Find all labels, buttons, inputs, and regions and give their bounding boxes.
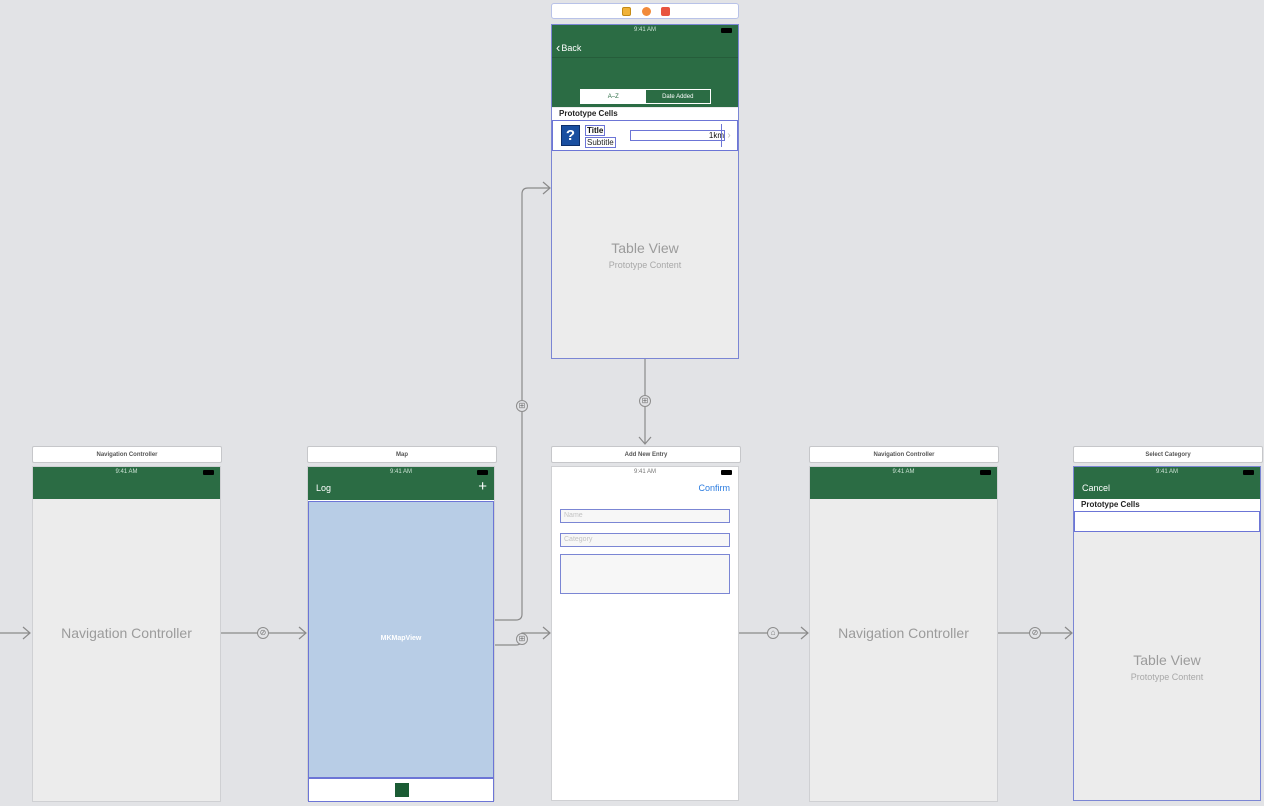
table-view-label: Table View bbox=[1133, 652, 1201, 668]
cell-title: Title bbox=[585, 125, 606, 136]
toolbar bbox=[308, 778, 494, 802]
status-time: 9:41 AM bbox=[892, 469, 915, 475]
scene-title-nav1[interactable]: Navigation Controller bbox=[32, 446, 222, 463]
prototype-cell[interactable] bbox=[1074, 511, 1260, 532]
segment-date-added[interactable]: Date Added bbox=[646, 90, 711, 103]
battery-icon bbox=[203, 470, 214, 475]
scene-title-nav2[interactable]: Navigation Controller bbox=[809, 446, 999, 463]
table-view-label: Table View bbox=[611, 240, 679, 256]
cell-subtitle: Subtitle bbox=[585, 137, 616, 148]
navigation-controller-scene-2[interactable]: 9:41 AM Navigation Controller bbox=[809, 466, 998, 802]
navigation-controller-scene-1[interactable]: 9:41 AM Navigation Controller bbox=[32, 466, 221, 802]
scene-title-select-category[interactable]: Select Category bbox=[1073, 446, 1263, 463]
show-segue-icon[interactable]: ⊞ bbox=[516, 400, 528, 412]
navigation-bar: 9:41 AM Log + bbox=[308, 467, 494, 500]
prototype-cell[interactable]: ? Title Subtitle 1km › bbox=[552, 120, 738, 151]
show-segue-icon[interactable]: ⊞ bbox=[516, 633, 528, 645]
map-view[interactable]: MKMapView bbox=[308, 501, 494, 778]
category-field[interactable]: Category bbox=[560, 533, 730, 547]
confirm-button[interactable]: Confirm bbox=[698, 483, 730, 493]
navigation-bar: 9:41 AM Cancel bbox=[1074, 467, 1260, 499]
prototype-cells-header: Prototype Cells bbox=[552, 108, 738, 120]
map-scene[interactable]: 9:41 AM Log + MKMapView bbox=[307, 466, 495, 802]
first-responder-icon[interactable] bbox=[642, 7, 651, 16]
battery-icon bbox=[477, 470, 488, 475]
location-button[interactable] bbox=[395, 783, 409, 797]
segment-a-z[interactable]: A–Z bbox=[581, 90, 646, 103]
log-button[interactable]: Log bbox=[316, 483, 331, 493]
table-view-sublabel: Prototype Content bbox=[608, 260, 682, 270]
battery-icon bbox=[721, 28, 732, 33]
sort-segmented-control[interactable]: A–Z Date Added bbox=[580, 89, 711, 104]
chevron-left-icon: ‹ bbox=[556, 40, 561, 55]
status-time: 9:41 AM bbox=[633, 27, 656, 33]
battery-icon bbox=[721, 470, 732, 475]
add-button[interactable]: + bbox=[478, 478, 487, 495]
status-time: 9:41 AM bbox=[1155, 469, 1178, 475]
navigation-controller-label: Navigation Controller bbox=[838, 625, 969, 641]
view-controller-icon[interactable] bbox=[622, 7, 631, 16]
scene-dock bbox=[551, 3, 739, 19]
present-modally-segue-icon[interactable]: ⌂ bbox=[767, 627, 779, 639]
navigation-controller-label: Navigation Controller bbox=[61, 625, 192, 641]
scene-title-map[interactable]: Map bbox=[307, 446, 497, 463]
prototype-cells-header: Prototype Cells bbox=[1074, 499, 1260, 511]
cell-distance: 1km bbox=[630, 130, 725, 141]
question-mark-icon: ? bbox=[561, 125, 580, 146]
back-button[interactable]: ‹ Back bbox=[556, 41, 581, 54]
status-time: 9:41 AM bbox=[389, 469, 412, 475]
navigation-bar: 9:41 AM ‹ Back A–Z Date Added bbox=[552, 25, 738, 107]
disclosure-chevron-icon: › bbox=[721, 124, 736, 147]
relationship-segue-icon[interactable]: ⊘ bbox=[1029, 627, 1041, 639]
navigation-bar: 9:41 AM bbox=[810, 467, 997, 499]
battery-icon bbox=[1243, 470, 1254, 475]
navigation-bar: 9:41 AM bbox=[33, 467, 220, 499]
status-time: 9:41 AM bbox=[633, 469, 656, 475]
status-time: 9:41 AM bbox=[115, 469, 138, 475]
table-view-sublabel: Prototype Content bbox=[1130, 672, 1204, 682]
add-entry-scene[interactable]: 9:41 AM Confirm Name Category bbox=[551, 466, 739, 801]
exit-icon[interactable] bbox=[661, 7, 670, 16]
select-category-scene[interactable]: 9:41 AM Cancel Prototype Cells Table Vie… bbox=[1073, 466, 1261, 801]
battery-icon bbox=[980, 470, 991, 475]
name-field[interactable]: Name bbox=[560, 509, 730, 523]
map-view-label: MKMapView bbox=[380, 635, 422, 642]
notes-text-view[interactable] bbox=[560, 554, 730, 594]
relationship-segue-icon[interactable]: ⊘ bbox=[257, 627, 269, 639]
list-scene[interactable]: 9:41 AM ‹ Back A–Z Date Added Prototype … bbox=[551, 24, 739, 359]
show-segue-icon[interactable]: ⊞ bbox=[639, 395, 651, 407]
cancel-button[interactable]: Cancel bbox=[1082, 483, 1110, 493]
scene-title-add-entry[interactable]: Add New Entry bbox=[551, 446, 741, 463]
